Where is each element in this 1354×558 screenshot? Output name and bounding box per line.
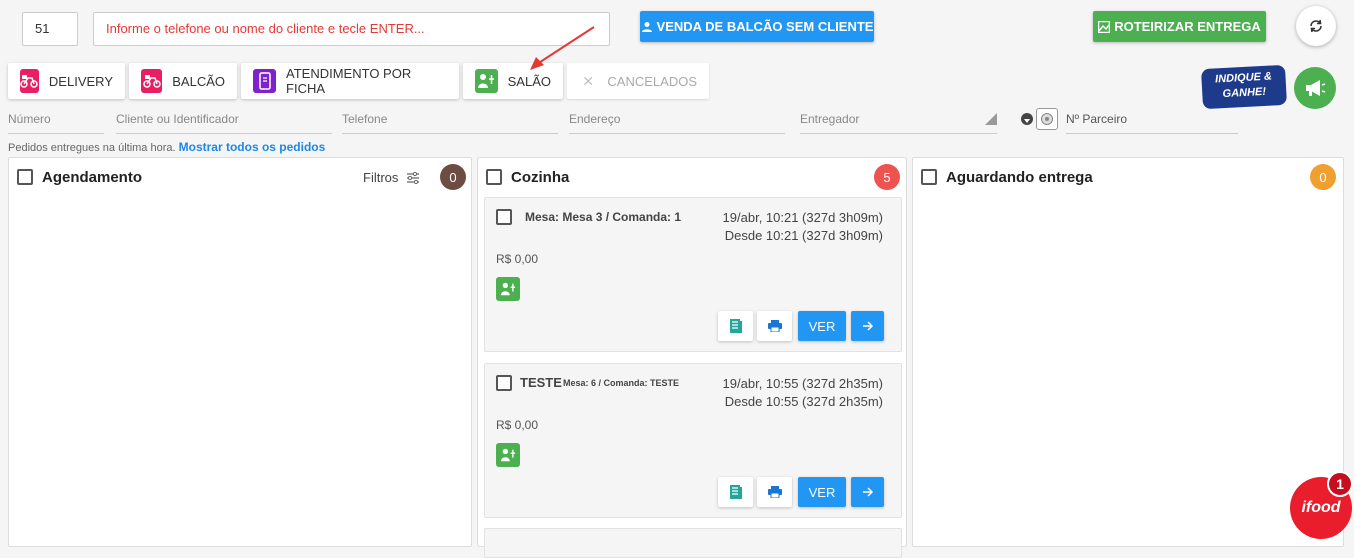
order-price: R$ 0,00 xyxy=(496,418,539,432)
column-aguardando-entrega: Aguardando entrega 0 xyxy=(912,157,1344,547)
filter-telefone[interactable]: Telefone xyxy=(342,104,558,134)
order-checkbox[interactable] xyxy=(496,375,512,391)
receipt-icon xyxy=(729,319,742,333)
tab-balcao[interactable]: BALCÃO xyxy=(129,63,237,99)
order-name: TESTE xyxy=(520,375,562,390)
order-title: Mesa: Mesa 3 / Comanda: 1 xyxy=(525,210,682,224)
top-bar: 51 Informe o telefone ou nome do cliente… xyxy=(0,0,1354,56)
print-button[interactable] xyxy=(757,477,792,507)
receipt-button[interactable] xyxy=(718,311,753,341)
column-agendamento-title: Agendamento xyxy=(42,168,143,186)
column-cozinha: Cozinha 5 Mesa: Mesa 3 / Comanda: 1 19/a… xyxy=(477,157,907,558)
receipt-button[interactable] xyxy=(718,477,753,507)
arrow-right-icon xyxy=(862,321,873,331)
filtros-button[interactable]: Filtros xyxy=(363,170,420,185)
print-icon xyxy=(767,486,782,498)
salao-waiter-icon xyxy=(475,69,498,93)
close-icon xyxy=(584,76,593,86)
column-agendamento-header: Agendamento Filtros 0 xyxy=(9,158,471,196)
roteirizar-entrega-button[interactable]: ROTEIRIZAR ENTREGA xyxy=(1093,11,1266,42)
cozinha-select-all-checkbox[interactable] xyxy=(486,169,502,185)
tab-delivery-label: DELIVERY xyxy=(48,73,113,89)
filter-numero[interactable]: Número xyxy=(8,104,104,134)
filter-entregador[interactable]: Entregador xyxy=(800,104,997,134)
advance-button[interactable] xyxy=(851,311,884,341)
roteirizar-label: ROTEIRIZAR ENTREGA xyxy=(1114,19,1261,34)
toggle-arrow-icon[interactable] xyxy=(1021,113,1033,125)
person-icon xyxy=(641,21,652,32)
annotation-arrow xyxy=(530,26,595,70)
order-type-tabs: DELIVERY BALCÃO ATENDIMENTO POR FICHA SA… xyxy=(8,63,709,99)
store-code-input[interactable]: 51 xyxy=(22,12,78,46)
print-button[interactable] xyxy=(757,311,792,341)
column-agendamento: Agendamento Filtros 0 xyxy=(8,157,472,547)
order-card[interactable]: TESTE Mesa: 6 / Comanda: TESTE 19/abr, 1… xyxy=(484,363,902,518)
indique-ganhe-badge[interactable]: INDIQUE & GANHE! xyxy=(1201,64,1287,110)
filter-entregador-label: Entregador xyxy=(800,112,860,126)
receipt-icon xyxy=(729,485,742,499)
arrow-right-icon xyxy=(862,487,873,497)
ver-button[interactable]: VER xyxy=(798,311,846,341)
order-since: Desde 10:21 (327d 3h09m) xyxy=(724,228,883,243)
filtros-label: Filtros xyxy=(363,170,399,185)
tab-cancelados-label: CANCELADOS xyxy=(607,73,697,89)
order-checkbox[interactable] xyxy=(496,209,512,225)
hint-label: Pedidos entregues na última hora. xyxy=(8,142,176,154)
order-title: Mesa: 6 / Comanda: TESTE xyxy=(563,378,680,388)
order-since: Desde 10:55 (327d 2h35m) xyxy=(724,394,883,409)
salao-waiter-icon xyxy=(496,443,520,467)
venda-balcao-button[interactable]: VENDA DE BALCÃO SEM CLIENTE xyxy=(640,11,874,42)
order-card[interactable]: Mesa: Mesa 3 / Comanda: 1 19/abr, 10:21 … xyxy=(484,197,902,352)
column-aguardando-header: Aguardando entrega 0 xyxy=(913,158,1343,196)
order-date: 19/abr, 10:55 (327d 2h35m) xyxy=(722,376,883,391)
sliders-icon xyxy=(407,171,420,185)
column-cozinha-title: Cozinha xyxy=(511,168,570,186)
refresh-icon xyxy=(1310,19,1322,33)
refresh-button[interactable] xyxy=(1296,6,1336,46)
hint-text: Pedidos entregues na última hora. Mostra… xyxy=(8,140,325,154)
cozinha-count-badge: 5 xyxy=(874,164,900,190)
order-price: R$ 0,00 xyxy=(496,252,539,266)
filter-cliente[interactable]: Cliente ou Identificador xyxy=(116,104,332,134)
announcements-button[interactable] xyxy=(1294,67,1336,109)
column-aguardando-title: Aguardando entrega xyxy=(946,168,1093,186)
tab-balcao-label: BALCÃO xyxy=(172,73,225,89)
tab-salao-label: SALÃO xyxy=(507,73,551,89)
ifood-logo-text: ifood xyxy=(1301,499,1341,516)
indique-line2: GANHE! xyxy=(1222,85,1267,101)
map-icon xyxy=(1098,20,1111,33)
order-card-partial[interactable] xyxy=(484,528,902,558)
tab-delivery[interactable]: DELIVERY xyxy=(8,63,125,99)
agendamento-count-badge: 0 xyxy=(440,164,466,190)
filter-endereco[interactable]: Endereço xyxy=(569,104,785,134)
aguardando-select-all-checkbox[interactable] xyxy=(921,169,937,185)
venda-balcao-label: VENDA DE BALCÃO SEM CLIENTE xyxy=(656,19,874,34)
agendamento-select-all-checkbox[interactable] xyxy=(17,169,33,185)
ifood-notification-badge: 1 xyxy=(1327,471,1353,497)
dropdown-corner-icon xyxy=(985,113,997,125)
tab-atendimento-ficha[interactable]: ATENDIMENTO POR FICHA xyxy=(241,63,459,99)
tab-ficha-label: ATENDIMENTO POR FICHA xyxy=(286,66,412,96)
ver-button[interactable]: VER xyxy=(798,477,846,507)
ficha-tablet-icon xyxy=(253,69,277,93)
filter-parceiro[interactable]: Nº Parceiro xyxy=(1066,104,1238,134)
balcao-motorcycle-icon xyxy=(141,69,163,93)
column-cozinha-header: Cozinha 5 xyxy=(478,158,906,196)
aguardando-count-badge: 0 xyxy=(1310,164,1336,190)
megaphone-icon xyxy=(1306,80,1326,96)
delivery-motorcycle-icon xyxy=(20,69,39,93)
salao-waiter-icon xyxy=(496,277,520,301)
show-all-orders-link[interactable]: Mostrar todos os pedidos xyxy=(179,140,326,154)
print-icon xyxy=(767,320,782,332)
advance-button[interactable] xyxy=(851,477,884,507)
parceiro-logo-icon[interactable] xyxy=(1036,108,1058,130)
order-date: 19/abr, 10:21 (327d 3h09m) xyxy=(722,210,883,225)
